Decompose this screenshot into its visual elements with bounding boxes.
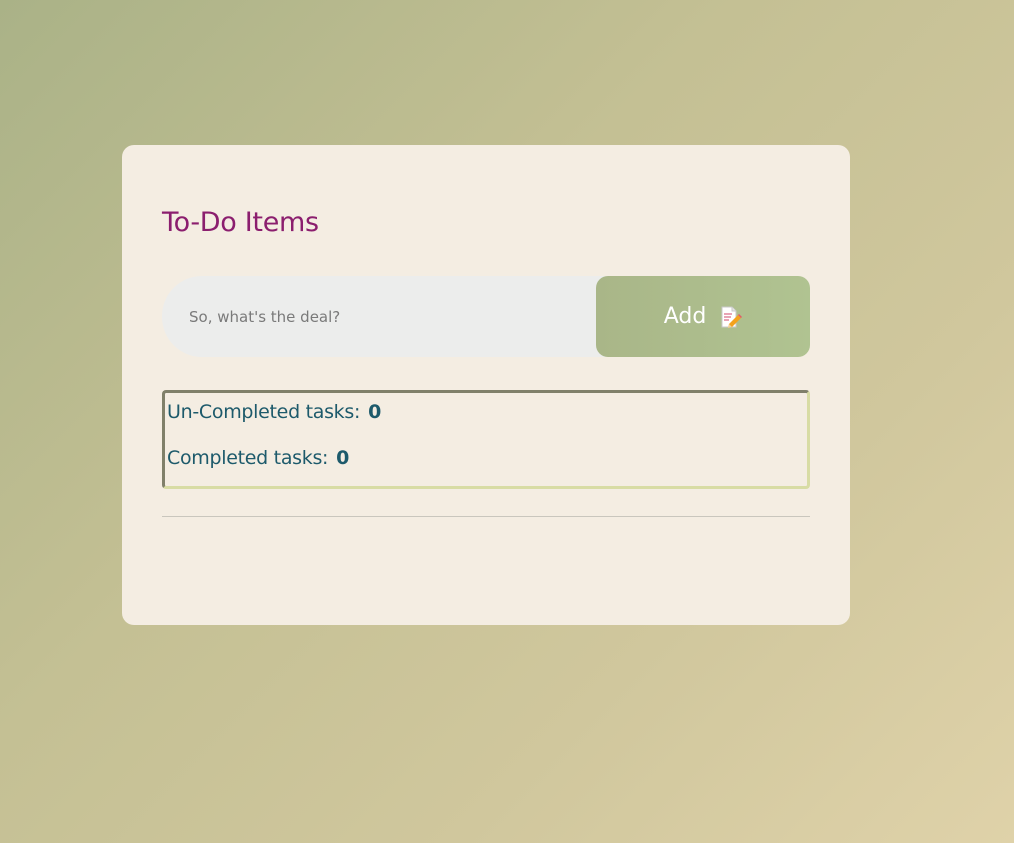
add-button-label: Add (663, 304, 707, 329)
uncompleted-tasks-count: 0 (368, 401, 381, 423)
task-stats: Un-Completed tasks: 0 Completed tasks: 0 (162, 390, 810, 489)
uncompleted-tasks-label: Un-Completed tasks: (167, 401, 361, 423)
todo-card: To-Do Items Add Un-Completed tasks: 0 (122, 145, 850, 625)
add-task-form: Add (162, 276, 810, 357)
completed-tasks-count: 0 (336, 447, 350, 469)
uncompleted-tasks-stat: Un-Completed tasks: 0 (167, 401, 381, 423)
divider (162, 516, 810, 517)
completed-tasks-label: Completed tasks: (167, 447, 329, 469)
add-button[interactable]: Add (596, 276, 810, 357)
memo-icon (718, 305, 743, 329)
task-input[interactable] (162, 276, 632, 357)
completed-tasks-stat: Completed tasks: 0 (167, 447, 349, 469)
page-title: To-Do Items (162, 207, 319, 238)
